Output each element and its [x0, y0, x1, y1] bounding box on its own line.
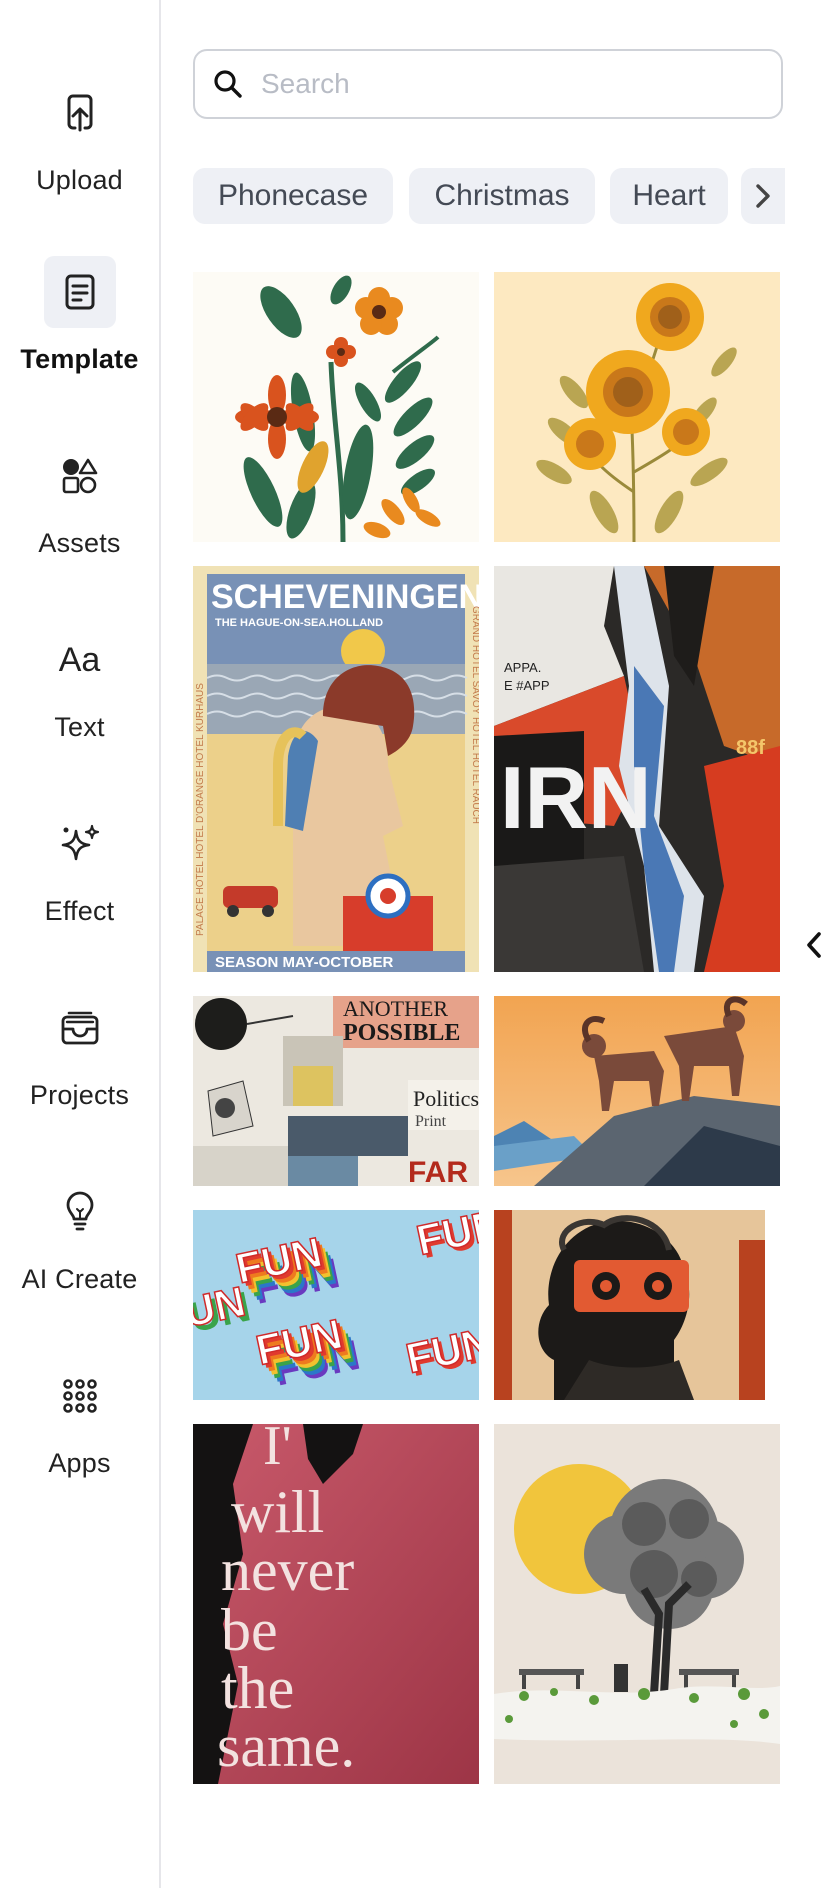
poster-title: SCHEVENINGEN: [211, 578, 479, 616]
text-icon: Aa: [44, 624, 116, 696]
shapes-icon: [44, 440, 116, 512]
collapse-panel-button[interactable]: [800, 925, 828, 965]
collage-text-4: 88f: [736, 737, 765, 759]
tag-chip-christmas[interactable]: Christmas: [409, 168, 595, 224]
sidebar-item-label: Apps: [48, 1448, 111, 1478]
collage-word-4: Print: [415, 1113, 447, 1130]
tag-chip-heart[interactable]: Heart: [610, 168, 728, 224]
sidebar-item-label: Assets: [38, 528, 121, 558]
collage-text-1: APPA.: [504, 660, 541, 675]
search-box[interactable]: [193, 49, 783, 119]
chevron-left-icon: [807, 932, 821, 958]
template-icon: [43, 256, 116, 328]
phrase-line-6: same.: [217, 1713, 355, 1779]
collage-word-2: POSSIBLE: [343, 1020, 460, 1046]
sidebar-item-label: AI Create: [21, 1264, 138, 1294]
template-thumbnail[interactable]: [494, 272, 780, 542]
template-thumbnail[interactable]: FUN FUN FUN FUN FUN FUN FUN FUN FUN FUN FUN FUN FU…: [193, 1210, 479, 1400]
poster-side-right: GRAND HOTEL SAVOY HOTEL HOTEL RAUCH: [470, 606, 479, 824]
phrase-line-3: never: [221, 1537, 354, 1603]
sidebar-item-template[interactable]: Template: [0, 256, 159, 375]
sidebar: Upload Template Assets Aa Text Effect Pr…: [0, 0, 161, 1888]
template-thumbnail[interactable]: SCHEVENINGEN THE HAGUE-ON-SEA.HOLLAND SE…: [193, 566, 479, 972]
template-thumbnail[interactable]: [494, 996, 780, 1186]
tag-chip-phonecase[interactable]: Phonecase: [193, 168, 393, 224]
sidebar-item-label: Upload: [36, 165, 123, 195]
sparkle-icon: [44, 808, 116, 880]
phrase-line-2: will: [231, 1479, 324, 1545]
poster-subtitle: THE HAGUE-ON-SEA.HOLLAND: [215, 617, 383, 629]
sidebar-item-label: Template: [20, 344, 139, 374]
template-thumbnail[interactable]: I' will never be the same.: [193, 1424, 479, 1784]
chips-next-button[interactable]: [741, 168, 785, 224]
phrase-line-1: I': [263, 1424, 292, 1477]
sidebar-item-upload[interactable]: Upload: [0, 77, 159, 196]
chevron-right-icon: [756, 184, 770, 208]
poster-footer: SEASON MAY-OCTOBER: [215, 954, 394, 971]
inbox-icon: [44, 992, 116, 1064]
collage-word-1: ANOTHER: [343, 996, 448, 1021]
sidebar-item-text[interactable]: Aa Text: [0, 624, 159, 743]
sidebar-item-effect[interactable]: Effect: [0, 808, 159, 927]
phrase-line-5: the: [221, 1655, 294, 1721]
search-icon: [214, 70, 242, 98]
sidebar-item-label: Effect: [44, 896, 115, 926]
upload-icon: [44, 77, 116, 149]
sidebar-item-label: Projects: [29, 1080, 130, 1110]
template-thumbnail[interactable]: [193, 272, 479, 542]
grid-dots-icon: [44, 1360, 116, 1432]
sidebar-item-ai-create[interactable]: AI Create: [0, 1176, 159, 1295]
sidebar-item-projects[interactable]: Projects: [0, 992, 159, 1111]
sidebar-item-assets[interactable]: Assets: [0, 440, 159, 559]
phrase-line-4: be: [221, 1597, 278, 1663]
collage-word-3: Politics: [413, 1086, 479, 1111]
template-thumbnail[interactable]: APPA. E #APP IRN 88f: [494, 566, 780, 972]
template-thumbnail[interactable]: [494, 1424, 780, 1784]
collage-text-3: IRN: [500, 748, 652, 847]
lightbulb-icon: [44, 1176, 116, 1248]
text-glyph: Aa: [58, 640, 101, 679]
search-input[interactable]: [259, 67, 743, 101]
collage-word-5: FAR: [408, 1156, 468, 1186]
template-thumbnail[interactable]: ANOTHER POSSIBLE Politics Print FAR: [193, 996, 479, 1186]
collage-text-2: E #APP: [504, 678, 550, 693]
sidebar-item-apps[interactable]: Apps: [0, 1360, 159, 1479]
poster-side-left: PALACE HOTEL HOTEL D'ORANGE HOTEL KURHAU…: [195, 683, 206, 936]
template-thumbnail[interactable]: [494, 1210, 765, 1400]
sidebar-item-label: Text: [54, 712, 105, 742]
tag-chips: Phonecase Christmas Heart: [193, 168, 783, 224]
